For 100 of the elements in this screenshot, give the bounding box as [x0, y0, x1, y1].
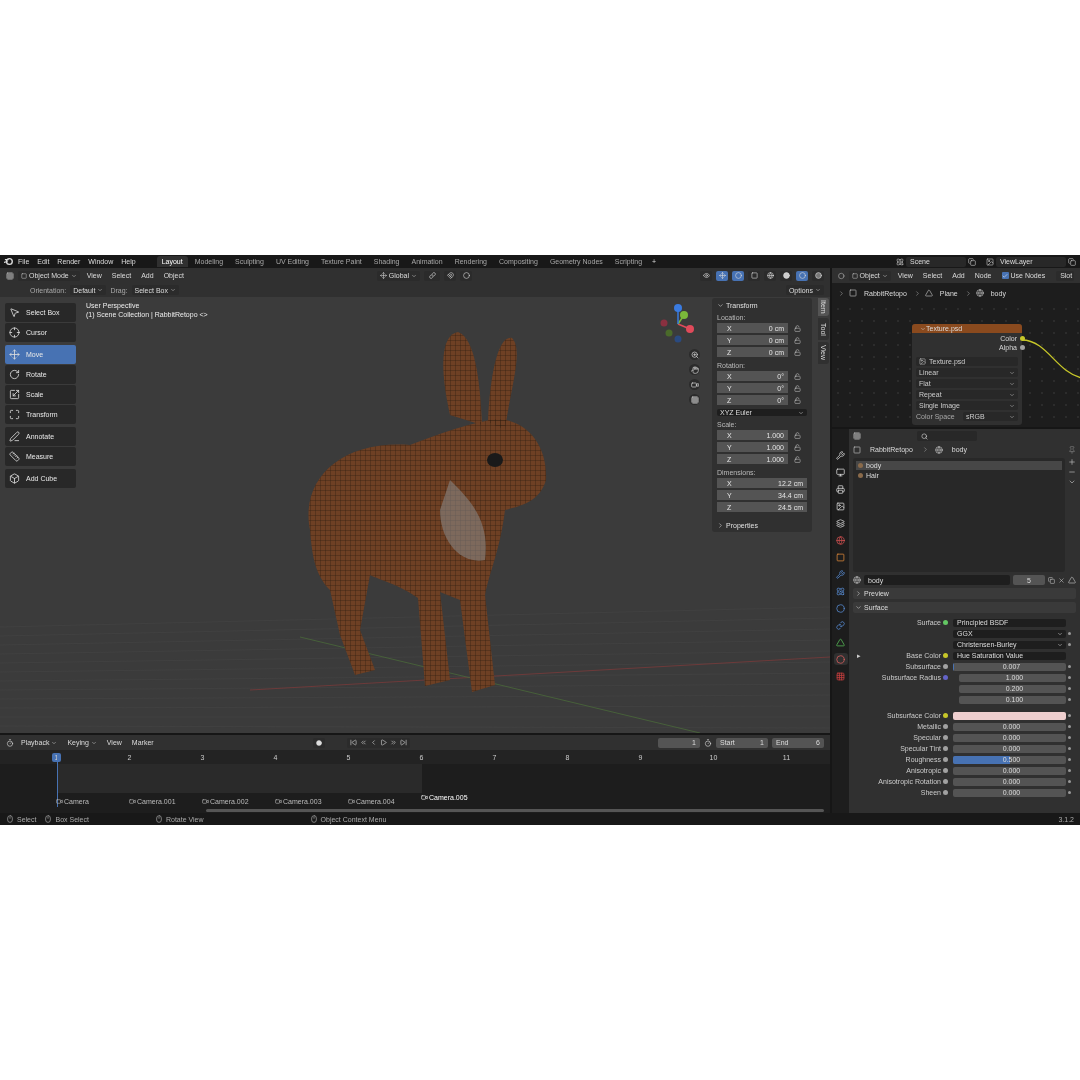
gizmo-icon[interactable] [716, 270, 728, 281]
wireframe-shading-icon[interactable] [764, 270, 776, 281]
link-icon[interactable] [424, 270, 440, 281]
socket-dot[interactable] [1020, 336, 1025, 341]
xray-icon[interactable] [748, 270, 760, 281]
socket-dot[interactable] [943, 790, 948, 795]
globe-icon[interactable] [836, 535, 845, 545]
material-icon [975, 289, 984, 297]
remove-icon[interactable] [1068, 468, 1076, 476]
chevron-icon [815, 287, 821, 293]
link-icon[interactable] [836, 620, 845, 630]
object-icon [849, 289, 857, 297]
mouse-icon [6, 815, 14, 823]
chevron-icon [717, 522, 724, 529]
printer-icon[interactable] [836, 484, 845, 494]
solid-shading-icon[interactable] [780, 270, 792, 281]
particles-icon[interactable] [836, 586, 845, 596]
camera-icon [348, 798, 355, 805]
next-keyframe-icon[interactable] [390, 739, 397, 746]
chevron-icon [169, 287, 176, 293]
material-shading-icon[interactable] [796, 270, 808, 281]
rotate-icon [9, 369, 20, 380]
add-icon[interactable] [1068, 458, 1076, 466]
filter-icon [1068, 576, 1076, 584]
socket-dot[interactable] [943, 724, 948, 729]
socket-dot[interactable] [943, 664, 948, 669]
mouse-icon [309, 815, 318, 823]
transform-icon [9, 409, 20, 420]
socket-dot[interactable] [943, 768, 948, 773]
chevron-icon [920, 325, 926, 332]
socket-dot[interactable] [943, 779, 948, 784]
play-reverse-icon[interactable] [370, 739, 377, 746]
copy-icon [1068, 257, 1076, 266]
unlock-icon[interactable] [794, 455, 801, 463]
arrow-cursor-icon [9, 307, 20, 318]
color-swatch[interactable] [953, 711, 1066, 720]
socket-dot[interactable] [943, 653, 948, 658]
unlock-icon[interactable] [794, 348, 801, 356]
prev-keyframe-icon[interactable] [360, 739, 367, 746]
object-icon [853, 445, 861, 454]
close-icon [1058, 576, 1065, 584]
material-icon [853, 576, 861, 584]
pen-icon [9, 431, 20, 442]
scrollbar[interactable] [206, 808, 824, 812]
render-shading-icon[interactable] [812, 270, 824, 281]
square-icon[interactable] [836, 552, 845, 562]
proportional-icon[interactable] [460, 270, 472, 281]
hand-icon[interactable] [690, 365, 699, 374]
crosshair-icon [9, 327, 20, 338]
monitor-icon[interactable] [836, 467, 845, 477]
camera-icon[interactable] [690, 380, 699, 389]
material-icon [934, 445, 943, 454]
skip-start-icon[interactable] [350, 739, 357, 746]
mouse-icon [154, 815, 163, 823]
material-sphere-icon[interactable] [836, 654, 845, 664]
socket-dot[interactable] [943, 713, 948, 718]
clock-icon [6, 738, 14, 747]
chevron-icon[interactable] [1068, 478, 1076, 486]
move-arrows-icon [9, 349, 20, 360]
socket-dot[interactable] [943, 757, 948, 762]
grid-icon[interactable] [690, 395, 699, 404]
app-logo-icon[interactable] [4, 257, 13, 266]
skip-end-icon[interactable] [400, 739, 407, 746]
zoom-icon[interactable] [690, 350, 699, 359]
image-icon[interactable] [836, 501, 845, 511]
texture-grid-icon[interactable] [836, 671, 845, 681]
snap-icon[interactable] [444, 270, 456, 281]
axes-icon [379, 272, 387, 279]
editor-type-icon [838, 271, 845, 280]
chevron-icon [838, 289, 845, 297]
socket-dot[interactable] [1020, 345, 1025, 350]
socket-dot[interactable] [943, 735, 948, 740]
play-icon[interactable] [380, 739, 387, 746]
checkbox[interactable] [1001, 272, 1009, 279]
camera-icon [202, 798, 209, 805]
unlock-icon[interactable] [794, 443, 801, 451]
socket-dot[interactable] [943, 675, 948, 680]
scene-icon [896, 257, 904, 266]
search-field[interactable] [917, 431, 977, 441]
chevron-icon [97, 287, 104, 293]
overlay-icon[interactable] [732, 270, 744, 281]
unlock-icon[interactable] [794, 372, 801, 380]
layers-icon[interactable] [836, 518, 845, 528]
unlock-icon[interactable] [794, 324, 801, 332]
socket-dot[interactable] [943, 620, 948, 625]
triangle-icon[interactable] [836, 637, 845, 647]
mesh-icon [924, 289, 933, 297]
eye-icon[interactable] [700, 270, 712, 281]
unlock-icon[interactable] [794, 431, 801, 439]
playhead-line[interactable] [56, 759, 58, 807]
wrench-icon[interactable] [836, 569, 845, 579]
socket-dot[interactable] [943, 746, 948, 751]
unlock-icon[interactable] [794, 396, 801, 404]
cube-icon [9, 473, 20, 484]
editor-type-icon [6, 271, 14, 280]
unlock-icon[interactable] [794, 336, 801, 344]
chevron-icon [798, 409, 804, 416]
unlock-icon[interactable] [794, 384, 801, 392]
circle-icon[interactable] [836, 603, 845, 613]
record-icon[interactable] [313, 737, 325, 748]
